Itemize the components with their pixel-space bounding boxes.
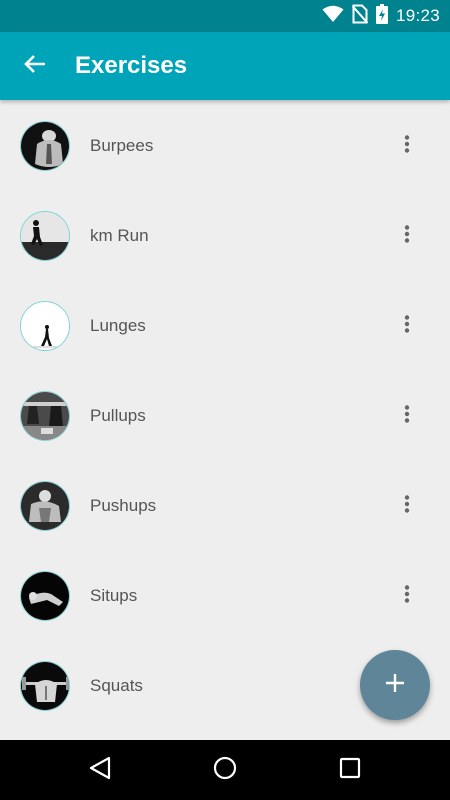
list-item-situps[interactable]: Situps bbox=[0, 550, 450, 640]
wifi-icon bbox=[322, 5, 344, 28]
list-item-lunges[interactable]: Lunges bbox=[0, 280, 450, 370]
exercise-name: Pushups bbox=[90, 496, 157, 515]
add-icon bbox=[385, 673, 405, 698]
more-vert-icon bbox=[404, 224, 410, 248]
nav-recents-button[interactable] bbox=[320, 740, 380, 800]
recents-square-icon bbox=[339, 757, 361, 784]
nav-home-button[interactable] bbox=[195, 740, 255, 800]
situps-photo bbox=[20, 571, 70, 621]
exercise-list: Burpees km Run Lunges Pullups Pushups Si… bbox=[0, 100, 450, 740]
list-item-pullups[interactable]: Pullups bbox=[0, 370, 450, 460]
page-title: Exercises bbox=[75, 52, 188, 79]
more-vert-icon bbox=[404, 404, 410, 428]
more-options-button[interactable] bbox=[392, 396, 422, 436]
home-circle-icon bbox=[213, 756, 237, 785]
status-icons: 19:23 bbox=[322, 0, 440, 32]
back-triangle-icon bbox=[89, 756, 111, 785]
exercise-name: Squats bbox=[90, 676, 143, 695]
more-vert-icon bbox=[404, 584, 410, 608]
exercise-name: Lunges bbox=[90, 316, 146, 335]
lunges-photo bbox=[20, 301, 70, 351]
squats-photo bbox=[20, 661, 70, 711]
list-item-burpees[interactable]: Burpees bbox=[0, 100, 450, 190]
pullups-photo bbox=[20, 391, 70, 441]
nav-back-button[interactable] bbox=[70, 740, 130, 800]
more-options-button[interactable] bbox=[392, 306, 422, 346]
add-exercise-button[interactable] bbox=[360, 650, 430, 720]
arrow-back-icon bbox=[24, 54, 46, 79]
exercise-name: Pullups bbox=[90, 406, 146, 425]
more-options-button[interactable] bbox=[392, 486, 422, 526]
more-vert-icon bbox=[404, 314, 410, 338]
more-options-button[interactable] bbox=[392, 216, 422, 256]
navigation-bar bbox=[0, 740, 450, 800]
run-photo bbox=[20, 211, 70, 261]
status-bar: 19:23 bbox=[0, 0, 450, 32]
pushups-photo bbox=[20, 481, 70, 531]
no-sim-icon bbox=[351, 4, 369, 29]
more-options-button[interactable] bbox=[392, 126, 422, 166]
more-vert-icon bbox=[404, 134, 410, 158]
status-time: 19:23 bbox=[395, 6, 440, 25]
list-item-km-run[interactable]: km Run bbox=[0, 190, 450, 280]
app-bar: Exercises bbox=[0, 32, 450, 100]
exercise-name: km Run bbox=[90, 226, 149, 245]
battery-charging-icon bbox=[375, 3, 388, 29]
exercise-name: Burpees bbox=[90, 136, 154, 155]
burpees-photo bbox=[20, 121, 70, 171]
back-button[interactable] bbox=[0, 32, 70, 100]
more-options-button[interactable] bbox=[392, 576, 422, 616]
more-vert-icon bbox=[404, 494, 410, 518]
list-item-pushups[interactable]: Pushups bbox=[0, 460, 450, 550]
exercise-name: Situps bbox=[90, 586, 138, 605]
